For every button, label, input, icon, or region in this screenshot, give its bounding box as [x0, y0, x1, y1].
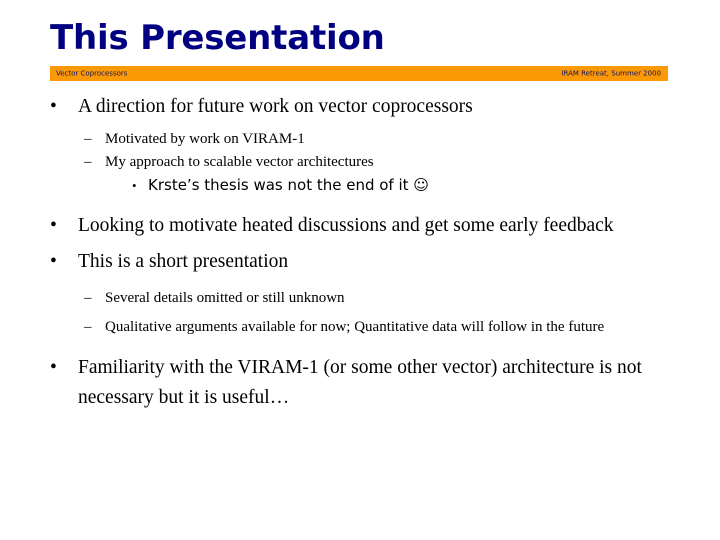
banner-event-label: IRAM Retreat, Summer 2000 — [561, 69, 661, 77]
outline-item-level2: – Several details omitted or still unkno… — [0, 287, 720, 310]
outline-item-level1: • Familiarity with the VIRAM-1 (or some … — [0, 353, 720, 413]
bullet-dot-icon: • — [132, 178, 137, 193]
bullet-dot-icon: • — [50, 215, 57, 236]
bullet-dot-icon: • — [50, 251, 57, 272]
outline-item-level3: • Krste’s thesis was not the end of it ☺ — [0, 174, 720, 197]
bullet-dash-icon: – — [84, 319, 92, 335]
slide-body-outline: • A direction for future work on vector … — [0, 92, 720, 413]
outline-item-text: This is a short presentation — [78, 251, 289, 272]
outline-item-level1: • This is a short presentation — [0, 247, 720, 277]
bullet-dot-icon: • — [50, 357, 57, 378]
outline-item-text: My approach to scalable vector architect… — [105, 154, 374, 170]
presentation-slide: This Presentation Vector Coprocessors IR… — [0, 0, 720, 540]
banner-section-label: Vector Coprocessors — [56, 69, 128, 77]
outline-item-text: A direction for future work on vector co… — [78, 96, 473, 117]
bullet-dash-icon: – — [84, 131, 92, 147]
outline-item-level2: – Qualitative arguments available for no… — [0, 316, 720, 339]
bullet-dash-icon: – — [84, 290, 92, 306]
outline-item-text: Familiarity with the VIRAM-1 (or some ot… — [78, 357, 642, 408]
outline-item-text: Looking to motivate heated discussions a… — [78, 215, 614, 236]
outline-item-level1: • Looking to motivate heated discussions… — [0, 211, 720, 241]
slide-title: This Presentation — [50, 18, 385, 58]
bullet-dash-icon: – — [84, 154, 92, 170]
outline-item-text: Motivated by work on VIRAM-1 — [105, 131, 305, 147]
outline-item-level2: – Motivated by work on VIRAM-1 — [0, 128, 720, 151]
outline-item-text: Qualitative arguments available for now;… — [105, 319, 605, 335]
outline-item-level2: – My approach to scalable vector archite… — [0, 151, 720, 174]
slide-banner-bar: Vector Coprocessors IRAM Retreat, Summer… — [50, 66, 668, 81]
outline-item-text: Several details omitted or still unknown — [105, 290, 345, 306]
outline-item-level1: • A direction for future work on vector … — [0, 92, 720, 122]
bullet-dot-icon: • — [50, 96, 57, 117]
outline-item-text: Krste’s thesis was not the end of it ☺ — [148, 176, 429, 194]
